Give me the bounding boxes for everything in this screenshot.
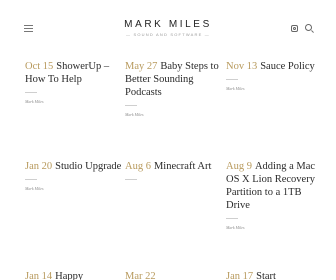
post-title-link[interactable]: Jan 14 Happy [25, 270, 123, 280]
post-date: Oct 15 [25, 61, 54, 72]
post-title-link[interactable]: Aug 6 Minecraft Art [125, 160, 223, 173]
post-author[interactable]: Mark Miles [226, 225, 324, 230]
post-date: May 27 [125, 61, 158, 72]
post-title[interactable]: Studio Upgrade [55, 161, 121, 172]
post-author[interactable]: Mark Miles [25, 99, 123, 104]
post-title[interactable]: Sauce Policy [260, 61, 315, 72]
post-divider [226, 218, 238, 219]
post-divider [226, 79, 238, 80]
post-title[interactable]: Minecraft Art [154, 161, 211, 172]
post-card: Aug 6 Minecraft Art [125, 160, 223, 180]
post-author[interactable]: Mark Miles [25, 186, 123, 191]
post-author[interactable]: Mark Miles [125, 112, 223, 117]
site-title[interactable]: MARK MILES [0, 19, 336, 30]
post-card: Jan 17 Start [226, 270, 324, 280]
post-card: Jan 20 Studio Upgrade Mark Miles [25, 160, 123, 191]
post-card: May 27 Baby Steps to Better Sounding Podc… [125, 60, 223, 117]
post-title-link[interactable]: Jan 20 Studio Upgrade [25, 160, 123, 173]
post-title-link[interactable]: May 27 Baby Steps to Better Sounding Podc… [125, 60, 223, 99]
post-divider [25, 92, 37, 93]
post-date: Jan 20 [25, 161, 53, 172]
post-date: Aug 9 [226, 161, 252, 172]
post-date: Aug 6 [125, 161, 151, 172]
post-divider [125, 179, 137, 180]
post-divider [25, 179, 37, 180]
post-date: Nov 13 [226, 61, 258, 72]
post-card: Nov 13 Sauce Policy Mark Miles [226, 60, 324, 91]
post-title-link[interactable]: Oct 15 ShowerUp – How To Help [25, 60, 123, 86]
search-icon[interactable] [305, 24, 312, 31]
instagram-icon[interactable] [291, 25, 298, 32]
site-branding[interactable]: MARK MILES — SOUND AND SOFTWARE — [0, 19, 336, 38]
post-title[interactable]: Start [256, 271, 276, 280]
post-card: Aug 9 Adding a Mac OS X Lion Recovery Par… [226, 160, 324, 230]
post-card: Mar 22 [125, 270, 223, 280]
post-date: Jan 14 [25, 271, 53, 280]
post-title[interactable]: Happy [55, 271, 83, 280]
site-tagline: — SOUND AND SOFTWARE — [125, 32, 211, 37]
post-card: Jan 14 Happy [25, 270, 123, 280]
site-header: MARK MILES — SOUND AND SOFTWARE — [0, 0, 336, 48]
post-title-link[interactable]: Jan 17 Start [226, 270, 324, 280]
post-title-link[interactable]: Aug 9 Adding a Mac OS X Lion Recovery Par… [226, 160, 324, 212]
post-date: Jan 17 [226, 271, 254, 280]
post-author[interactable]: Mark Miles [226, 86, 324, 91]
post-card: Oct 15 ShowerUp – How To Help Mark Miles [25, 60, 123, 104]
post-title-link[interactable]: Nov 13 Sauce Policy [226, 60, 324, 73]
post-divider [125, 105, 137, 106]
post-title-link[interactable]: Mar 22 [125, 270, 223, 280]
post-date: Mar 22 [125, 271, 156, 280]
